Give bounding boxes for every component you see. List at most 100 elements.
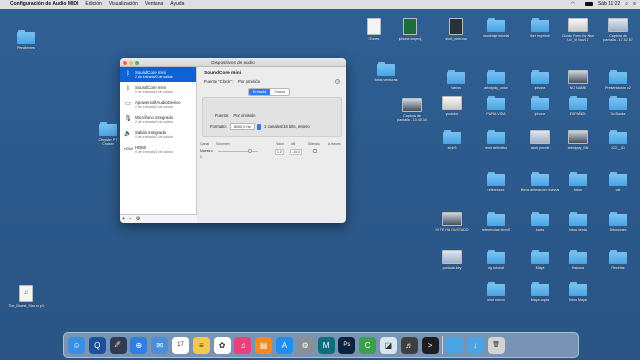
- desktop-label: SI TE HA GUSTADO: [435, 228, 469, 232]
- preview-icon[interactable]: ◪: [379, 336, 397, 354]
- folder-icon[interactable]: [445, 336, 463, 354]
- mute-checkbox[interactable]: [313, 149, 317, 153]
- desktop-item[interactable]: Presentación v2: [596, 70, 640, 90]
- device-item-microphone[interactable]: 🎙 Micrófono integrado 2 de entrada/0 de …: [120, 112, 196, 127]
- maya-icon[interactable]: M: [317, 336, 335, 354]
- desktop-item[interactable]: rig tutorial: [474, 250, 518, 270]
- slider-knob[interactable]: [248, 149, 252, 154]
- desktop-folder-pendientes[interactable]: Pendientes: [4, 30, 48, 50]
- notes-icon[interactable]: ≡: [192, 336, 210, 354]
- desktop-item[interactable]: 3d Books: [596, 96, 640, 116]
- desktop-item[interactable]: zb4r6: [430, 130, 474, 150]
- desktop-item[interactable]: shot nuevo: [474, 282, 518, 302]
- search-icon[interactable]: ⌕: [625, 0, 628, 9]
- mail-icon[interactable]: ✉: [151, 336, 169, 354]
- itunes-icon[interactable]: ♫: [234, 336, 252, 354]
- desktop-item[interactable]: Recetas: [596, 250, 640, 270]
- add-device-button[interactable]: +: [122, 216, 125, 222]
- volume-slider[interactable]: [218, 149, 258, 154]
- desktop-item[interactable]: fotos verduras: [364, 62, 408, 82]
- camtasia-icon[interactable]: C: [359, 336, 377, 354]
- desktop-item[interactable]: PURA VIDA: [474, 96, 518, 116]
- desktop-item[interactable]: portada.key: [430, 250, 474, 270]
- desktop-item[interactable]: 122__01: [596, 130, 640, 150]
- photos-icon[interactable]: ✿: [213, 336, 231, 354]
- desktop-item[interactable]: Captura de pantalla...10.45.34: [390, 98, 434, 122]
- desktop-item[interactable]: modelaje tutorial: [474, 18, 518, 38]
- desktop-item[interactable]: Varios: [434, 70, 478, 90]
- ibooks-icon[interactable]: ▤: [255, 336, 273, 354]
- downloads-icon[interactable]: ↓: [466, 336, 484, 354]
- folder-icon: [487, 18, 505, 32]
- finder-icon[interactable]: ☺: [68, 336, 85, 354]
- menu-visualizacion[interactable]: Visualización: [109, 0, 138, 9]
- battery-icon[interactable]: [580, 0, 593, 9]
- terminal-icon[interactable]: >: [421, 336, 439, 354]
- audio-midi-icon[interactable]: ♬: [400, 336, 418, 354]
- desktop-label: shot_new.ma: [445, 37, 467, 41]
- safari-icon[interactable]: ⊕: [130, 336, 148, 354]
- zoom-icon[interactable]: [135, 60, 139, 65]
- desktop-item[interactable]: fotos Maya: [556, 282, 600, 302]
- gear-icon[interactable]: ⚙: [136, 216, 140, 222]
- window-titlebar[interactable]: Dispositivos de audio: [120, 58, 346, 67]
- desktop-label: zb4r6: [447, 146, 457, 150]
- desktop-item[interactable]: referencias termS: [474, 212, 518, 232]
- sample-rate-select[interactable]: 8000,0 Hz: [229, 123, 256, 130]
- desktop-file-mp3[interactable]: ♫ The_Bluest_Star.m p3: [4, 285, 48, 308]
- desktop-item[interactable]: fotos: [556, 172, 600, 192]
- volume-value[interactable]: 1,0: [275, 149, 284, 155]
- desktop-item[interactable]: Cluido Form for Nue UV_Iit Nov17: [556, 18, 600, 42]
- menu-ayuda[interactable]: Ayuda: [170, 0, 184, 9]
- folder-icon: [487, 212, 505, 226]
- remove-device-button[interactable]: −: [129, 216, 132, 222]
- device-item-soundcore-output[interactable]: ᛒ SoundCore mini 0 de entrada/2 de salid…: [120, 82, 196, 97]
- desktop-label: references: [487, 188, 505, 192]
- clock-source-select[interactable]: Por omisión: [238, 79, 260, 84]
- desktop-item[interactable]: fotos venta: [556, 212, 600, 232]
- wifi-icon[interactable]: ◠: [570, 0, 574, 9]
- desktop-label: rig tutorial: [488, 266, 504, 270]
- screenshot-thumbnail-icon: [442, 212, 462, 226]
- menu-app-name[interactable]: Configuración de Audio MIDI: [10, 0, 78, 9]
- menu-edicion[interactable]: Edición: [85, 0, 101, 9]
- desktop-item[interactable]: SI TE HA GUSTADO: [430, 212, 474, 232]
- menu-clock[interactable]: Sáb 11:22: [598, 0, 620, 9]
- close-icon[interactable]: [123, 60, 127, 65]
- desktop-item[interactable]: arbolpdy_color: [474, 70, 518, 90]
- chevron-down-icon[interactable]: [257, 123, 262, 130]
- desktop-item[interactable]: reed definitivo: [474, 130, 518, 150]
- quicktime-icon[interactable]: Q: [88, 336, 106, 354]
- minimize-icon[interactable]: [129, 60, 133, 65]
- desktop-item[interactable]: Difusiones: [596, 212, 640, 232]
- desktop-item[interactable]: cat: [596, 172, 640, 192]
- source-value[interactable]: Por omisión: [233, 113, 255, 118]
- desktop-item[interactable]: NO NAME: [556, 70, 600, 90]
- desktop-item[interactable]: Hakuna: [556, 250, 600, 270]
- desktop-label: iker imprimir: [530, 34, 550, 38]
- notification-icon[interactable]: ≡: [633, 0, 636, 9]
- desktop-item[interactable]: ESPAÑOL: [556, 96, 600, 116]
- desktop-item[interactable]: arbolpdy_BN: [556, 130, 600, 150]
- device-item-hdmi[interactable]: HDMI HDMI 0 de entrada/2 de salida: [120, 142, 196, 157]
- trash-icon[interactable]: 🗑: [487, 336, 505, 354]
- desktop-item[interactable]: youtube: [430, 96, 474, 116]
- help-icon[interactable]: ?: [335, 79, 340, 84]
- launchpad-icon[interactable]: 🚀: [109, 336, 127, 354]
- desktop-item[interactable]: iphone.cmproj: [388, 18, 432, 41]
- device-item-speakers[interactable]: 🔈 Salida integrada 0 de entrada/2 de sal…: [120, 127, 196, 142]
- appstore-icon[interactable]: A: [275, 336, 293, 354]
- db-value[interactable]: -10,0: [290, 149, 302, 155]
- desktop-item[interactable]: Captura de pantalla...17.52.57: [596, 18, 640, 42]
- system-preferences-icon[interactable]: ⚙: [296, 336, 314, 354]
- tab-salida[interactable]: Salida: [270, 89, 289, 95]
- device-item-apowersoft[interactable]: ▭ ApowersoftAudioDevice 2 de entrada/2 d…: [120, 97, 196, 112]
- photoshop-icon[interactable]: Ps: [338, 336, 356, 354]
- screenshot-thumbnail-icon: [530, 130, 550, 144]
- desktop-item[interactable]: references: [474, 172, 518, 192]
- desktop-item[interactable]: shot_new.ma: [434, 18, 478, 41]
- menu-ventana[interactable]: Ventana: [145, 0, 163, 9]
- calendar-icon[interactable]: 17: [171, 336, 189, 354]
- tab-entrada[interactable]: Entrada: [249, 89, 271, 95]
- device-item-soundcore-input[interactable]: ᛒ SoundCore mini 2 de entrada/0 de salid…: [120, 67, 196, 82]
